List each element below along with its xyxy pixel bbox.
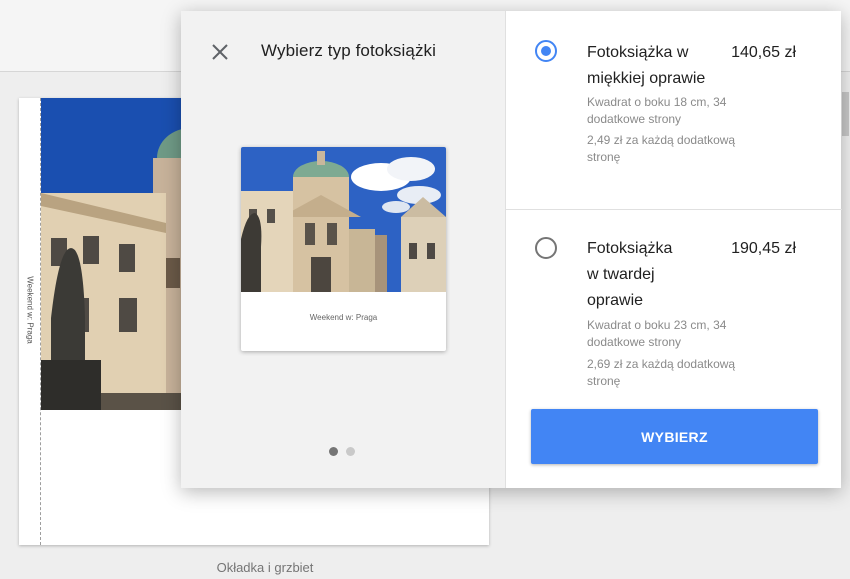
option-name: Fotoksiążka w twardej oprawie bbox=[587, 240, 673, 309]
option-extra-page-price: 2,49 zł za każdą dodatkową stronę bbox=[587, 133, 736, 164]
cover-photo-image bbox=[41, 98, 201, 410]
book-preview-title: Weekend w: Praga bbox=[309, 313, 378, 322]
book-preview: Weekend w: Praga bbox=[241, 147, 446, 351]
spine-text: Weekend w: Praga bbox=[25, 276, 35, 344]
book-preview-photo bbox=[241, 147, 446, 292]
radio-hardcover[interactable] bbox=[535, 237, 557, 259]
carousel-dot-2[interactable] bbox=[346, 447, 355, 456]
carousel-dots bbox=[329, 447, 355, 456]
photobook-type-dialog: Wybierz typ fotoksiążki Weekend w: Praga… bbox=[181, 11, 842, 488]
page-scrollbar-thumb[interactable] bbox=[842, 92, 849, 136]
preview-pane: Wybierz typ fotoksiążki Weekend w: Praga bbox=[181, 11, 505, 488]
select-button[interactable]: WYBIERZ bbox=[531, 409, 818, 464]
cover-caption: Okładka i grzbiet bbox=[216, 560, 314, 575]
page-scrollbar-track[interactable] bbox=[841, 72, 850, 579]
option-price: 140,65 zł bbox=[731, 44, 796, 61]
close-button[interactable] bbox=[209, 41, 231, 63]
option-size: Kwadrat o boku 18 cm, 34 dodatkowe stron… bbox=[587, 95, 727, 126]
options-pane: Fotoksiążka w miękkiej oprawie 140,65 zł… bbox=[505, 11, 842, 488]
option-size: Kwadrat o boku 23 cm, 34 dodatkowe stron… bbox=[587, 318, 727, 349]
option-price: 190,45 zł bbox=[731, 240, 796, 257]
option-softcover[interactable]: Fotoksiążka w miękkiej oprawie 140,65 zł… bbox=[506, 11, 842, 210]
book-spine[interactable]: Weekend w: Praga bbox=[19, 98, 41, 545]
dialog-title: Wybierz typ fotoksiążki bbox=[261, 41, 437, 60]
cover-photo[interactable] bbox=[41, 98, 201, 410]
close-icon bbox=[212, 44, 228, 60]
radio-softcover[interactable] bbox=[535, 40, 557, 62]
option-hardcover[interactable]: Fotoksiążka w twardej oprawie 190,45 zł … bbox=[506, 210, 842, 400]
option-extra-page-price: 2,69 zł za każdą dodatkową stronę bbox=[587, 357, 736, 388]
carousel-dot-1[interactable] bbox=[329, 447, 338, 456]
option-name: Fotoksiążka w miękkiej oprawie bbox=[587, 44, 706, 87]
